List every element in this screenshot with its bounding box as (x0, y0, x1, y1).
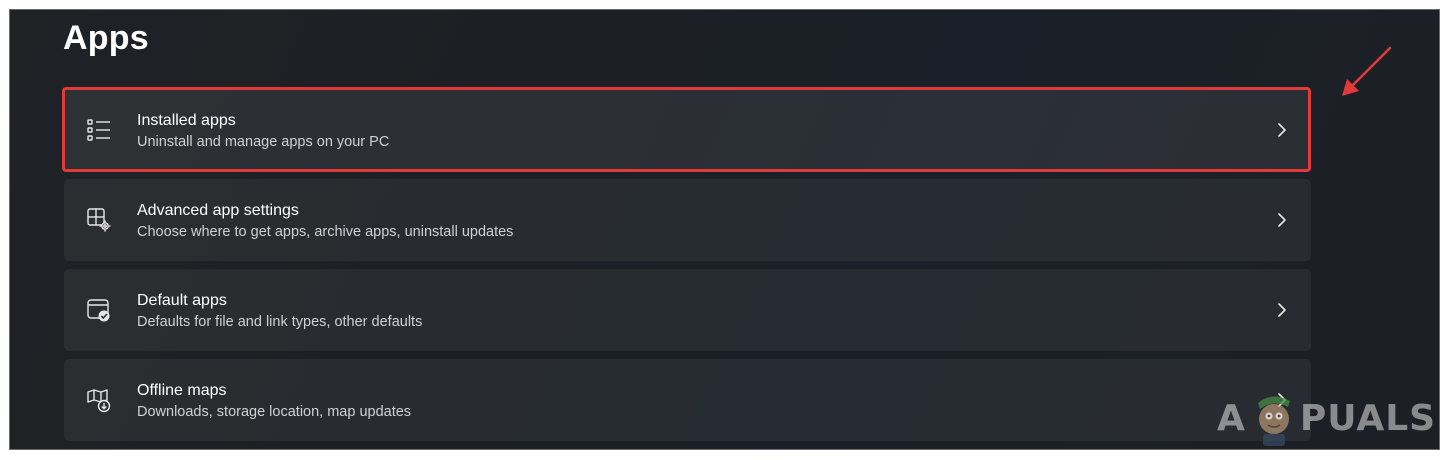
offline-maps-title: Offline maps (137, 382, 227, 399)
watermark-text-left: A (1217, 397, 1246, 439)
annotation-arrow-icon (1342, 46, 1392, 96)
offline-map-icon (86, 387, 112, 413)
settings-window: Apps Installed apps Uninstall and manage… (9, 9, 1440, 450)
mascot-logo-icon (1257, 396, 1290, 446)
app-settings-icon (86, 207, 112, 233)
default-apps-subtitle: Defaults for file and link types, other … (137, 314, 423, 330)
list-icon (86, 117, 112, 143)
chevron-right-icon (1275, 121, 1289, 139)
installed-apps-title: Installed apps (137, 112, 236, 129)
default-apps-icon (86, 297, 112, 323)
installed-apps-card[interactable]: Installed apps Uninstall and manage apps… (64, 89, 1311, 171)
installed-apps-subtitle: Uninstall and manage apps on your PC (137, 134, 390, 150)
advanced-app-settings-card[interactable]: Advanced app settings Choose where to ge… (64, 179, 1311, 261)
watermark-text-right: PUALS (1299, 397, 1437, 439)
appuals-watermark: A PUALS (1217, 388, 1437, 448)
offline-maps-card[interactable]: Offline maps Downloads, storage location… (64, 359, 1311, 441)
advanced-app-settings-subtitle: Choose where to get apps, archive apps, … (137, 224, 514, 240)
default-apps-card[interactable]: Default apps Defaults for file and link … (64, 269, 1311, 351)
chevron-right-icon (1275, 211, 1289, 229)
page-title: Apps (63, 19, 149, 57)
chevron-right-icon (1275, 301, 1289, 319)
offline-maps-subtitle: Downloads, storage location, map updates (137, 404, 412, 420)
default-apps-title: Default apps (137, 292, 227, 309)
advanced-app-settings-title: Advanced app settings (137, 202, 299, 219)
